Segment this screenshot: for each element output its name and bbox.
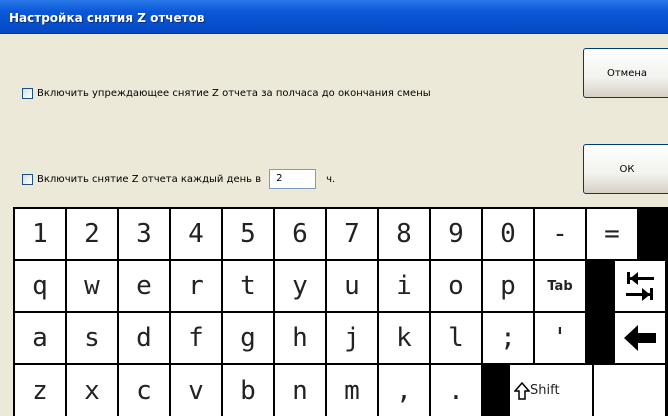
hour-input[interactable]: 2 — [269, 169, 317, 189]
on-screen-keyboard: Shift 1 2 3 4 5 6 7 8 9 0- = q w e r t y u i o p Tab a s d f g h j k l… — [13, 207, 668, 416]
window-title: Настройка снятия Z отчетов — [9, 11, 205, 25]
early-close-label: Включить упреждающее снятие Z отчета за … — [37, 88, 431, 99]
key-row2-6[interactable]: u — [327, 261, 377, 311]
ok-button-label: ОК — [619, 163, 635, 175]
key-row3-3[interactable]: f — [171, 313, 221, 363]
daily-label: Включить снятие Z отчета каждый день в — [37, 173, 262, 185]
key-row2-7[interactable]: i — [379, 261, 429, 311]
early-close-option[interactable]: Включить упреждающее снятие Z отчета за … — [22, 88, 431, 99]
shift-key[interactable]: Shift — [510, 365, 592, 416]
key-row4-1[interactable]: x — [67, 365, 117, 416]
key-row1-0[interactable]: 1 — [15, 209, 65, 259]
key-row2-4[interactable]: t — [223, 261, 273, 311]
key-row1-3[interactable]: 4 — [171, 209, 221, 259]
key-row4-5[interactable]: n — [275, 365, 325, 416]
key-row2-9[interactable]: p — [483, 261, 533, 311]
tab-label-key[interactable]: Tab — [535, 261, 585, 311]
key-row1-4[interactable]: 5 — [223, 209, 273, 259]
key-row4-3[interactable]: v — [171, 365, 221, 416]
title-bar: Настройка снятия Z отчетов — [0, 0, 668, 34]
key-row1-6[interactable]: 7 — [327, 209, 377, 259]
key-row4-8[interactable]: . — [431, 365, 481, 416]
key-row3-8[interactable]: l — [431, 313, 481, 363]
key-row1-2[interactable]: 3 — [119, 209, 169, 259]
key-row3-1[interactable]: s — [67, 313, 117, 363]
key-row2-1[interactable]: w — [67, 261, 117, 311]
key-row3-9[interactable]: ; — [483, 313, 533, 363]
shift-key-label: Shift — [530, 383, 560, 398]
key-row3-4[interactable]: g — [223, 313, 273, 363]
key-row3-5[interactable]: h — [275, 313, 325, 363]
key-row3-7[interactable]: k — [379, 313, 429, 363]
key-row2-8[interactable]: o — [431, 261, 481, 311]
key-row3-10[interactable]: ' — [535, 313, 585, 363]
key-row3-6[interactable]: j — [327, 313, 377, 363]
hour-unit-label: ч. — [326, 173, 336, 185]
ok-button[interactable]: ОК — [583, 144, 668, 194]
key-row4-0[interactable]: z — [15, 365, 65, 416]
key-row1-1[interactable]: 2 — [67, 209, 117, 259]
key-row2-2[interactable]: e — [119, 261, 169, 311]
key-row2-3[interactable]: r — [171, 261, 221, 311]
backspace-arrow-icon — [624, 325, 656, 351]
key-row4-4[interactable]: b — [223, 365, 273, 416]
key-row2-0[interactable]: q — [15, 261, 65, 311]
key-row4-2[interactable]: c — [119, 365, 169, 416]
tab-key[interactable] — [615, 261, 665, 311]
daily-option: Включить снятие Z отчета каждый день в 2… — [22, 169, 335, 189]
early-close-checkbox[interactable] — [22, 88, 33, 99]
daily-checkbox[interactable] — [22, 173, 33, 185]
cancel-button-label: Отмена — [606, 67, 648, 79]
key-row1-8[interactable]: 9 — [431, 209, 481, 259]
key-row1-5[interactable]: 6 — [275, 209, 325, 259]
key-row1-10[interactable]: - — [535, 209, 585, 259]
key-row1-11[interactable]: = — [587, 209, 637, 259]
key-row3-0[interactable]: a — [15, 313, 65, 363]
key-row1-7[interactable]: 8 — [379, 209, 429, 259]
shift-arrow-icon — [514, 381, 530, 400]
cancel-button[interactable]: Отмена — [583, 48, 668, 98]
backspace-key[interactable] — [615, 313, 665, 363]
key-row2-5[interactable]: y — [275, 261, 325, 311]
blank-key[interactable] — [594, 365, 665, 416]
key-row3-2[interactable]: d — [119, 313, 169, 363]
key-row4-7[interactable]: , — [379, 365, 429, 416]
key-row4-6[interactable]: m — [327, 365, 377, 416]
key-row1-9[interactable]: 0 — [483, 209, 533, 259]
tab-arrows-icon — [626, 272, 654, 301]
